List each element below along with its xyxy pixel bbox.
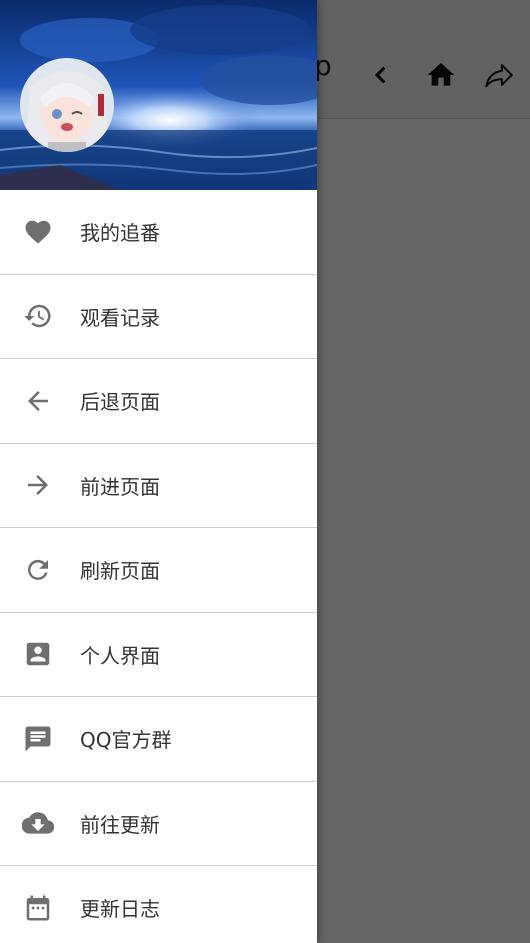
history-icon [22,300,54,332]
menu-item-label: 后退页面 [80,390,160,415]
menu-item-back[interactable]: 后退页面 [0,359,317,444]
menu-item-label: QQ官方群 [80,728,172,753]
arrow-left-icon [22,385,54,417]
menu-item-label: 刷新页面 [80,559,160,584]
menu-item-changelog[interactable]: 更新日志 [0,866,317,943]
menu-item-update[interactable]: 前往更新 [0,782,317,866]
avatar[interactable] [20,58,114,152]
menu-item-label: 前进页面 [80,474,160,499]
menu-item-label: 观看记录 [80,305,160,330]
menu-item-refresh[interactable]: 刷新页面 [0,528,317,613]
menu-item-history[interactable]: 观看记录 [0,275,317,359]
menu-item-label: 我的追番 [80,221,160,246]
menu-item-qq-group[interactable]: QQ官方群 [0,697,317,782]
message-icon [22,723,54,755]
refresh-icon [22,554,54,586]
calendar-icon [22,892,54,924]
menu-item-label: 更新日志 [80,897,160,922]
drawer-menu: 我的追番 观看记录 后退页面 前进页面 刷新页面 个人界面 QQ官方群 前往更新… [0,190,317,943]
menu-item-label: 前往更新 [80,812,160,837]
menu-item-profile[interactable]: 个人界面 [0,613,317,697]
account-box-icon [22,638,54,670]
arrow-right-icon [22,469,54,501]
menu-item-label: 个人界面 [80,643,160,668]
menu-item-forward[interactable]: 前进页面 [0,444,317,528]
heart-icon [22,216,54,248]
menu-item-favorites[interactable]: 我的追番 [0,190,317,275]
navigation-drawer: 我的追番 观看记录 后退页面 前进页面 刷新页面 个人界面 QQ官方群 前往更新… [0,0,317,943]
drawer-header [0,0,317,190]
cloud-download-icon [22,807,54,839]
